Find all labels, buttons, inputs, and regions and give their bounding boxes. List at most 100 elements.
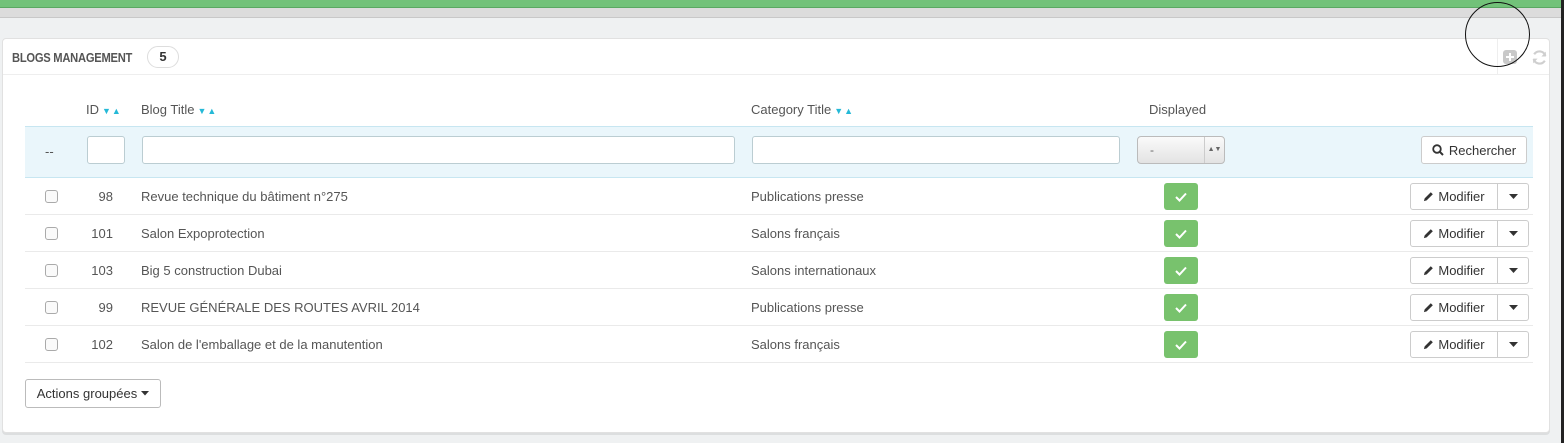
refresh-button[interactable] [1530, 48, 1548, 66]
table-header: ID ▼▲ Blog Title ▼▲ Category Title ▼▲ Displ… [25, 89, 1533, 126]
row-actions-dropdown[interactable] [1498, 221, 1528, 246]
row-actions: Modifier [1410, 183, 1529, 210]
edit-button[interactable]: Modifier [1411, 258, 1498, 283]
search-icon [1432, 144, 1444, 156]
filter-blog-title-input[interactable] [142, 136, 735, 164]
column-label: ID [86, 102, 99, 117]
pencil-icon [1424, 229, 1434, 239]
check-icon [1175, 340, 1187, 350]
edit-label: Modifier [1438, 337, 1485, 352]
row-checkbox[interactable] [45, 301, 58, 314]
filter-category-title-input[interactable] [752, 136, 1120, 164]
row-blog-title: Big 5 construction Dubai [141, 263, 282, 278]
row-checkbox[interactable] [45, 264, 58, 277]
search-button[interactable]: Rechercher [1421, 136, 1527, 164]
pencil-icon [1424, 303, 1434, 313]
row-id: 99 [98, 300, 113, 315]
displayed-toggle[interactable] [1164, 220, 1198, 247]
displayed-toggle[interactable] [1164, 257, 1198, 284]
table-row[interactable]: 99 REVUE GÉNÉRALE DES ROUTES AVRIL 2014 … [25, 289, 1533, 326]
edit-button[interactable]: Modifier [1411, 295, 1498, 320]
bulk-actions-button[interactable]: Actions groupées [25, 379, 161, 408]
plus-square-icon [1503, 50, 1517, 64]
row-category: Publications presse [751, 300, 864, 315]
row-actions: Modifier [1410, 220, 1529, 247]
table-body: 98 Revue technique du bâtiment n°275 Pub… [25, 178, 1533, 363]
row-id: 101 [91, 226, 113, 241]
row-category: Salons français [751, 337, 840, 352]
edit-button[interactable]: Modifier [1411, 332, 1498, 357]
displayed-toggle[interactable] [1164, 183, 1198, 210]
filter-row: -- - ▲▼ Rechercher [25, 126, 1533, 178]
row-checkbox[interactable] [45, 338, 58, 351]
column-label: Category Title [751, 102, 832, 117]
row-blog-title: REVUE GÉNÉRALE DES ROUTES AVRIL 2014 [141, 300, 420, 315]
sort-arrows-icon[interactable]: ▼▲ [197, 106, 217, 116]
check-icon [1175, 192, 1187, 202]
row-checkbox[interactable] [45, 227, 58, 240]
displayed-toggle[interactable] [1164, 294, 1198, 321]
row-actions-dropdown[interactable] [1498, 258, 1528, 283]
displayed-toggle[interactable] [1164, 331, 1198, 358]
row-id: 102 [91, 337, 113, 352]
row-id: 98 [98, 189, 113, 204]
pencil-icon [1424, 266, 1434, 276]
edit-button[interactable]: Modifier [1411, 184, 1498, 209]
edit-label: Modifier [1438, 263, 1485, 278]
table-row[interactable]: 103 Big 5 construction Dubai Salons inte… [25, 252, 1533, 289]
check-icon [1175, 266, 1187, 276]
row-actions: Modifier [1410, 331, 1529, 358]
filter-placeholder-dash: -- [45, 144, 54, 159]
table-row[interactable]: 102 Salon de l'emballage et de la manute… [25, 326, 1533, 363]
edit-button[interactable]: Modifier [1411, 221, 1498, 246]
caret-down-icon [1508, 230, 1518, 236]
toolbar-divider [1497, 39, 1498, 75]
caret-down-icon [1508, 193, 1518, 199]
top-header-bar [0, 0, 1564, 8]
add-new-button[interactable] [1501, 48, 1519, 66]
check-icon [1175, 303, 1187, 313]
row-id: 103 [91, 263, 113, 278]
header-shadow [0, 8, 1564, 18]
column-header-blog-title: Blog Title ▼▲ [141, 102, 217, 117]
sort-arrows-icon[interactable]: ▼▲ [102, 106, 122, 116]
row-blog-title: Salon de l'emballage et de la manutentio… [141, 337, 383, 352]
edit-label: Modifier [1438, 189, 1485, 204]
blogs-panel: BLOGS MANAGEMENT 5 ID ▼▲ Blog Title ▼▲ C… [2, 38, 1550, 433]
caret-down-icon [1508, 341, 1518, 347]
panel-title: BLOGS MANAGEMENT [12, 50, 133, 65]
edit-label: Modifier [1438, 300, 1485, 315]
check-icon [1175, 229, 1187, 239]
edit-label: Modifier [1438, 226, 1485, 241]
caret-down-icon [1508, 267, 1518, 273]
row-checkbox[interactable] [45, 190, 58, 203]
row-category: Salons français [751, 226, 840, 241]
column-header-id: ID ▼▲ [86, 102, 122, 117]
row-category: Publications presse [751, 189, 864, 204]
pencil-icon [1424, 340, 1434, 350]
table-row[interactable]: 98 Revue technique du bâtiment n°275 Pub… [25, 178, 1533, 215]
sort-arrows-icon[interactable]: ▼▲ [834, 106, 854, 116]
panel-heading: BLOGS MANAGEMENT 5 [3, 39, 1549, 75]
search-button-label: Rechercher [1448, 142, 1517, 158]
count-badge: 5 [147, 46, 179, 68]
row-category: Salons internationaux [751, 263, 877, 278]
row-actions: Modifier [1410, 257, 1529, 284]
row-actions: Modifier [1410, 294, 1529, 321]
bulk-actions-label: Actions groupées [36, 386, 138, 401]
table-row[interactable]: 101 Salon Expoprotection Salons français… [25, 215, 1533, 252]
select-arrows-icon: ▲▼ [1204, 137, 1224, 163]
filter-id-input[interactable] [87, 136, 125, 164]
column-header-displayed: Displayed [1149, 102, 1207, 117]
row-blog-title: Salon Expoprotection [141, 226, 265, 241]
column-header-category-title: Category Title ▼▲ [751, 102, 854, 117]
select-value: - [1150, 143, 1154, 157]
filter-displayed-select[interactable]: - ▲▼ [1137, 136, 1225, 164]
pencil-icon [1424, 192, 1434, 202]
row-actions-dropdown[interactable] [1498, 184, 1528, 209]
column-label: Blog Title [141, 102, 195, 117]
refresh-icon [1532, 49, 1546, 65]
row-actions-dropdown[interactable] [1498, 295, 1528, 320]
row-blog-title: Revue technique du bâtiment n°275 [141, 189, 348, 204]
row-actions-dropdown[interactable] [1498, 332, 1528, 357]
